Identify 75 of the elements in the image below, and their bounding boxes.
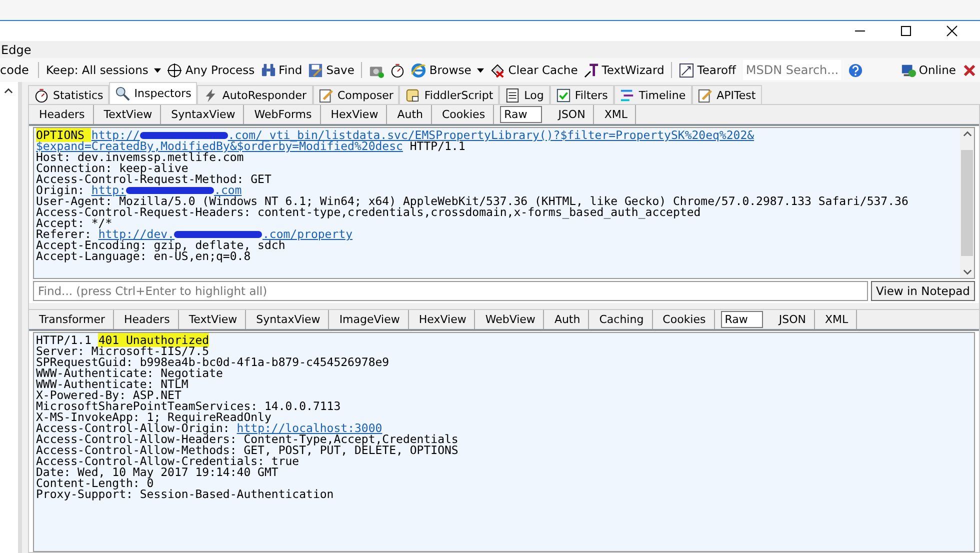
header-line: Host: dev.invemssp.metlife.com [36, 152, 244, 163]
save-icon [308, 62, 324, 78]
header-line: SPRequestGuid: b998ea4b-bc0d-4f1a-b879-c454526978e9 [36, 357, 390, 368]
magnifier-icon [115, 86, 130, 101]
inspector-tab[interactable]: APITest [692, 85, 762, 104]
scroll-up-icon[interactable] [4, 88, 13, 94]
header-line: Connection: keep-alive [36, 163, 188, 174]
menu-item[interactable]: Edge [0, 42, 32, 56]
inspector-tab[interactable]: FiddlerScript [399, 85, 500, 104]
header-line: WWW-Authenticate: Negotiate [36, 368, 223, 379]
header-line: Origin: http: .com [36, 185, 242, 196]
header-line: Accept-Encoding: gzip, deflate, sdch [36, 240, 286, 251]
header-line: MicrosoftSharePointTeamServices: 14.0.0.7113 [36, 401, 342, 412]
header-line: User-Agent: Mozilla/5.0 (Windows NT 6.1; Win64; x64) AppleWebKit/537.36 (KHTML, like Gecko) Chrome/57.0.2987.133 Safari/537.36 [36, 196, 910, 207]
toolbar-label[interactable]: code [0, 63, 29, 77]
header-line: X-MS-InvokeApp: 1; RequireReadOnly [36, 412, 272, 423]
inspector-tab[interactable]: Inspectors [109, 82, 198, 104]
toolbar-button[interactable]: Find [258, 59, 306, 81]
view-tab[interactable]: Raw [720, 311, 763, 328]
header-line: Accept-Language: en-US,en;q=0.8 [36, 251, 252, 262]
header-line: WWW-Authenticate: NTLM [36, 379, 188, 390]
header-line: Access-Control-Allow-Credentials: true [36, 456, 300, 467]
header-line: Access-Control-Request-Method: GET [36, 174, 272, 185]
checkbox-icon [556, 88, 571, 102]
text-wand-icon [584, 62, 599, 78]
stopwatch-icon [390, 62, 406, 78]
binoculars-icon [260, 62, 276, 78]
caret-icon [477, 68, 484, 72]
header-line: Access-Control-Allow-Methods: GET, POST, PUT, DELETE, OPTIONS [36, 445, 460, 456]
caret-icon [154, 68, 162, 72]
header-line: OPTIONS http:// .com/_vti_bin/listdata.svc/EMSPropertyLibrary()?$filter=PropertySK%20eq%202& [36, 130, 756, 141]
find-field[interactable]: Find... (press Ctrl+Enter to highlight all) [33, 281, 868, 301]
header-line: Date: Wed, 10 May 2017 19:14:40 GMT [36, 467, 278, 478]
search-field[interactable]: MSDN Search... [742, 60, 841, 80]
header-line: X-Powered-By: ASP.NET [36, 390, 182, 401]
help-icon [848, 62, 863, 78]
header-line: Proxy-Support: Session-Based-Authentication [36, 489, 335, 500]
header-line: Access-Control-Allow-Origin: http://localhost:3000 [36, 423, 382, 434]
inspector-tab[interactable]: Filters [550, 85, 614, 104]
header-line: HTTP/1.1 401 Unauthorized [36, 335, 210, 346]
toolbar-button[interactable]: Any Process [164, 59, 258, 81]
toolbar-button[interactable]: Online [898, 59, 959, 81]
toolbar-dropdown[interactable]: Browse [408, 59, 488, 81]
toolbar-button[interactable]: TextWizard [580, 59, 668, 81]
header-line: Access-Control-Request-Headers: content-type,credentials,crossdomain,x-forms_based_auth_accepted [36, 207, 701, 218]
inspector-tab[interactable]: Timeline [614, 85, 692, 104]
toolbar-button[interactable]: Save [305, 59, 358, 81]
window-icon [679, 62, 694, 78]
toolbar-dropdown[interactable]: Keep: All sessions [42, 59, 164, 81]
browser-icon [411, 62, 426, 78]
close-icon [962, 62, 977, 78]
header-line: Content-Length: 0 [36, 478, 154, 489]
scrollbar[interactable] [960, 128, 974, 278]
scroll-icon [405, 88, 420, 102]
crosshair-icon [167, 62, 182, 78]
eraser-icon [490, 62, 506, 78]
inspector-tab[interactable]: Composer [312, 85, 400, 104]
close-icon[interactable] [946, 25, 958, 37]
view-in-notepad-button[interactable]: View in Notepad [871, 281, 975, 301]
header-line: Access-Control-Allow-Headers: Content-Type,Accept,Credentials [36, 434, 460, 445]
header-line: Server: Microsoft-IIS/7.5 [36, 346, 210, 357]
timeline-icon [620, 88, 635, 102]
toolbar-button[interactable]: Clear Cache [487, 59, 581, 81]
inspector-tab[interactable]: Statistics [28, 85, 110, 104]
inspector-tab[interactable]: AutoResponder [197, 85, 312, 104]
scroll-up-icon [962, 131, 972, 137]
maximize-icon[interactable] [900, 25, 912, 37]
view-tab[interactable]: Raw [500, 106, 542, 123]
inspector-tab[interactable]: Log [499, 85, 550, 104]
network-computer-icon [900, 62, 916, 78]
toolbar-button[interactable]: Tearoff [676, 59, 739, 81]
header-line: Accept: */* [36, 218, 112, 229]
header-line: $expand=CreatedBy,ModifiedBy&$orderby=Modified%20desc HTTP/1.1 [36, 141, 466, 152]
header-line: Referer: http://dev. .com/property [36, 229, 354, 240]
scroll-down-icon [962, 269, 972, 275]
